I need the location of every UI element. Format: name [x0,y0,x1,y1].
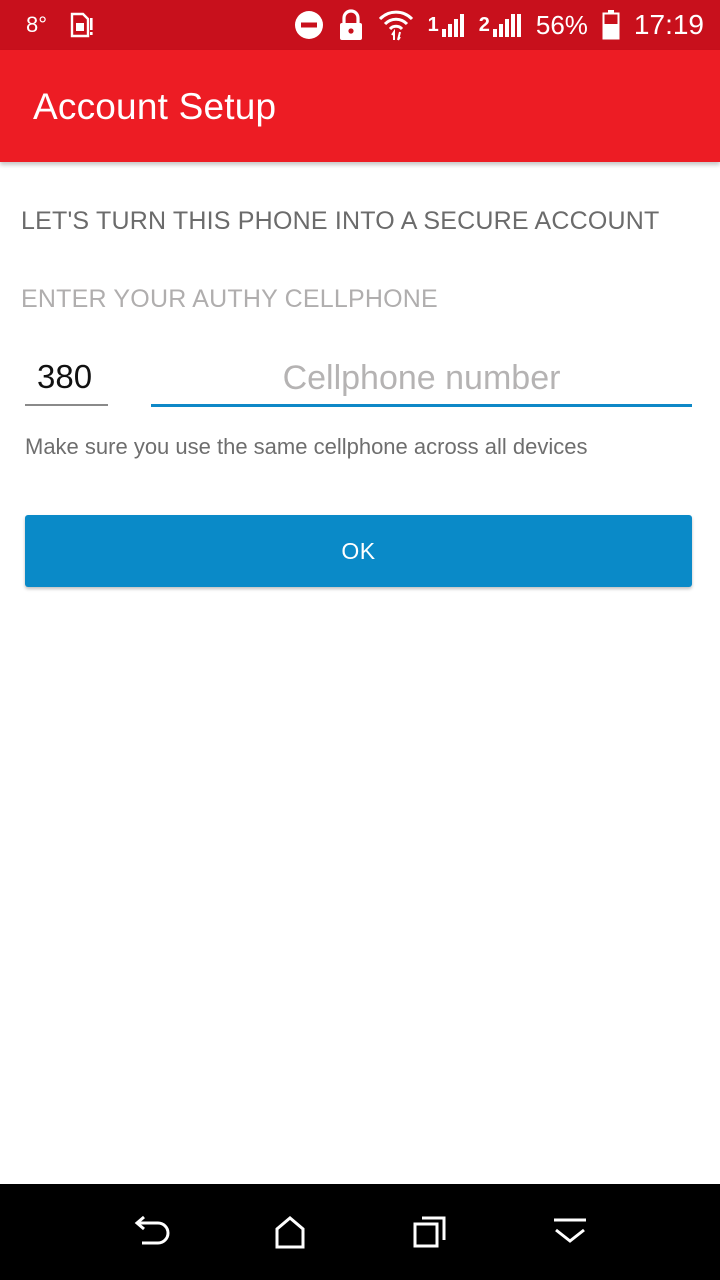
signal-1-group: 1 [428,13,465,37]
clock: 17:19 [633,9,704,40]
temperature-text: 8° [26,12,48,37]
country-code-field[interactable]: 380 [25,352,108,406]
country-code-value: 380 [37,358,93,395]
cellphone-number-input[interactable] [151,352,692,407]
battery-icon [602,10,620,40]
wifi-icon [378,9,414,41]
headline: LET'S TURN THIS PHONE INTO A SECURE ACCO… [21,207,660,235]
recents-button[interactable] [410,1214,454,1250]
ok-button-label: OK [341,537,376,564]
ok-button[interactable]: OK [25,515,692,587]
signal-icon [441,14,464,37]
signal-icon [492,14,521,37]
battery-percent: 56% [535,9,588,40]
back-button[interactable] [132,1214,176,1250]
signal-2-group: 2 [479,13,522,37]
home-icon [275,1216,305,1249]
do-not-disturb-icon [294,10,324,40]
app-bar: Account Setup [0,50,720,162]
navigation-bar [0,1184,720,1280]
lock-icon [338,9,364,41]
phone-section-label: ENTER YOUR AUTHY CELLPHONE [21,285,438,313]
cellphone-hint: Make sure you use the same cellphone acr… [25,434,588,459]
hide-keyboard-icon [554,1218,586,1243]
sim-card-alert-icon [69,12,95,38]
signal-1-label: 1 [427,14,439,36]
back-icon [134,1215,170,1245]
recents-icon [413,1216,446,1248]
page-title: Account Setup [33,86,277,127]
hide-keyboard-button[interactable] [550,1214,594,1250]
status-right: 1 2 56% 17:19 [294,0,704,50]
home-button[interactable] [270,1214,314,1250]
status-left: 8° [26,0,95,50]
status-bar: 8° 1 2 56% 17:19 [0,0,720,50]
signal-2-label: 2 [478,14,490,36]
